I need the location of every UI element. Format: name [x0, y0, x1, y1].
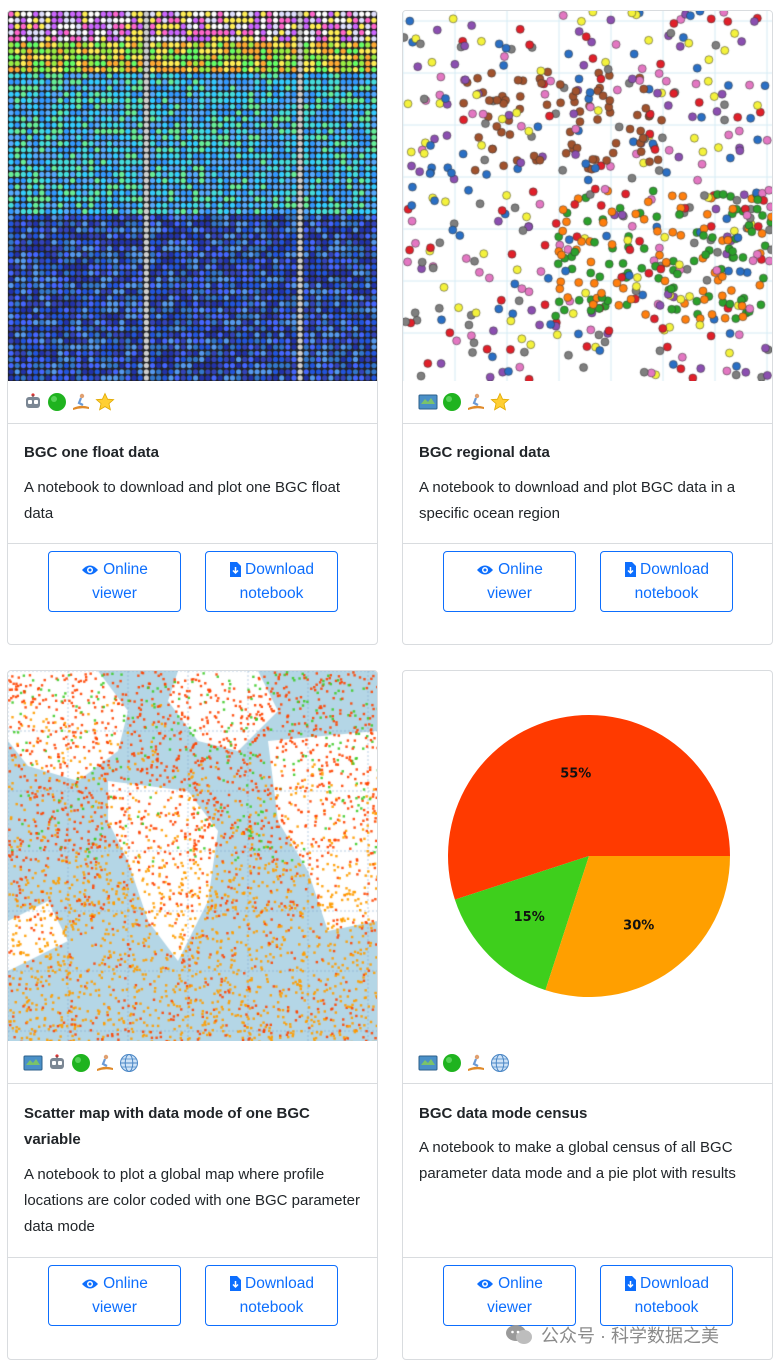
file-download-icon — [625, 1276, 637, 1291]
online-viewer-button[interactable]: Online viewer — [443, 1265, 576, 1326]
button-label: Online — [103, 1274, 148, 1292]
download-notebook-button[interactable]: Download notebook — [600, 1265, 733, 1326]
green-circle-icon — [46, 392, 67, 413]
download-notebook-button[interactable]: Download notebook — [205, 551, 338, 612]
surfer-icon — [465, 392, 486, 413]
pie-slice-label: 55% — [560, 766, 591, 781]
star-icon — [94, 392, 115, 413]
card-title: BGC regional data — [419, 444, 550, 461]
eye-icon — [82, 565, 99, 574]
badge-row — [417, 1050, 510, 1076]
button-label: Online — [498, 1274, 543, 1292]
badge-row — [22, 1050, 139, 1076]
button-label-line2: viewer — [92, 1298, 137, 1316]
regional-scatter-thumbnail — [403, 11, 772, 381]
star-icon — [489, 392, 510, 413]
pie-slice-label: 15% — [514, 910, 545, 925]
online-viewer-button[interactable]: Online viewer — [48, 551, 181, 612]
surfer-icon — [70, 392, 91, 413]
map-icon — [417, 1053, 438, 1074]
button-label: Download — [640, 560, 709, 578]
card-description: A notebook to download and plot BGC data… — [419, 479, 736, 522]
green-circle-icon — [70, 1053, 91, 1074]
float-heatmap-canvas — [8, 11, 377, 381]
button-label: Download — [245, 560, 314, 578]
button-label: Download — [245, 1274, 314, 1292]
eye-icon — [82, 1279, 99, 1288]
wechat-watermark: 公众号 · 科学数据之美 — [505, 1322, 719, 1348]
badge-row — [22, 389, 115, 415]
badge-row — [417, 389, 510, 415]
notebook-card-data-mode-census: 55% 15% 30% BGC data mode census A noteboo… — [402, 670, 773, 1360]
notebook-card-scatter-map: Scatter map with data mode of one BGC va… — [7, 670, 378, 1360]
pie-slice-label: 30% — [623, 918, 654, 933]
card-title: BGC data mode census — [419, 1105, 588, 1122]
download-notebook-button[interactable]: Download notebook — [205, 1265, 338, 1326]
card-title: Scatter map with data mode of one BGC va… — [24, 1105, 310, 1148]
button-label-line2: viewer — [487, 1298, 532, 1316]
button-label: Download — [640, 1274, 709, 1292]
card-description: A notebook to plot a global map where pr… — [24, 1166, 361, 1235]
download-notebook-button[interactable]: Download notebook — [600, 551, 733, 612]
button-label: Online — [103, 560, 148, 578]
file-download-icon — [230, 562, 242, 577]
green-circle-icon — [441, 392, 462, 413]
map-icon — [417, 392, 438, 413]
regional-scatter-canvas — [403, 11, 772, 381]
notebook-card-one-float: BGC one float data A notebook to downloa… — [7, 10, 378, 645]
card-title: BGC one float data — [24, 444, 160, 461]
float-data-heatmap-thumbnail — [8, 11, 377, 381]
notebook-card-regional: BGC regional data A notebook to download… — [402, 10, 773, 645]
file-download-icon — [230, 1276, 242, 1291]
map-icon — [22, 1053, 43, 1074]
card-description: A notebook to make a global census of al… — [419, 1139, 736, 1182]
button-label-line2: notebook — [239, 584, 304, 602]
eye-icon — [477, 565, 494, 574]
wechat-icon — [506, 1325, 532, 1344]
online-viewer-button[interactable]: Online viewer — [443, 551, 576, 612]
robot-icon — [22, 392, 43, 413]
card-description: A notebook to download and plot one BGC … — [24, 479, 341, 522]
button-label-line2: notebook — [634, 584, 699, 602]
button-label: Online — [498, 560, 543, 578]
scatter-map-thumbnail — [8, 671, 377, 1041]
watermark-text: 公众号 · 科学数据之美 — [541, 1326, 719, 1346]
file-download-icon — [625, 562, 637, 577]
data-mode-pie-chart: 55% 15% 30% — [447, 714, 730, 997]
eye-icon — [477, 1279, 494, 1288]
data-mode-map-canvas — [8, 671, 377, 1041]
button-label-line2: viewer — [487, 584, 532, 602]
pie-chart-thumbnail: 55% 15% 30% — [403, 671, 772, 1041]
button-label-line2: viewer — [92, 584, 137, 602]
surfer-icon — [465, 1053, 486, 1074]
robot-icon — [46, 1053, 67, 1074]
button-label-line2: notebook — [634, 1298, 699, 1316]
globe-icon — [118, 1053, 139, 1074]
online-viewer-button[interactable]: Online viewer — [48, 1265, 181, 1326]
globe-icon — [489, 1053, 510, 1074]
green-circle-icon — [441, 1053, 462, 1074]
surfer-icon — [94, 1053, 115, 1074]
button-label-line2: notebook — [239, 1298, 304, 1316]
